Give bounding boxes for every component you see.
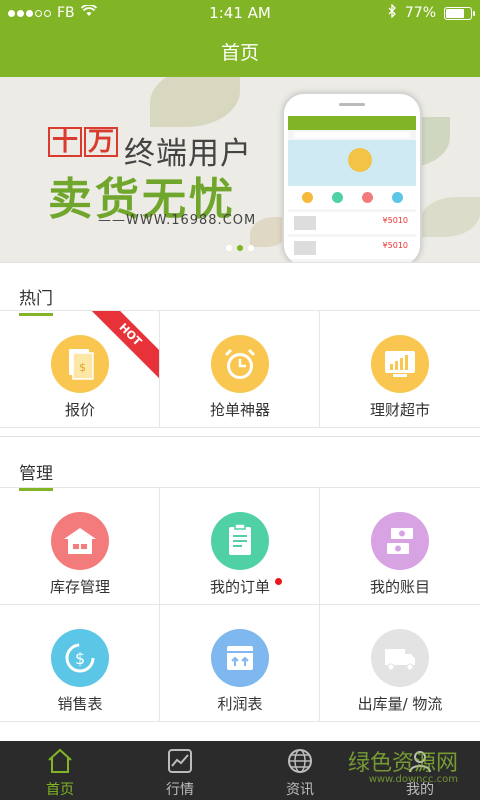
mockup-price: ¥5010 — [382, 216, 408, 225]
grid-label: 利润表 — [217, 695, 263, 713]
dollar-cycle-icon: $ — [51, 629, 109, 687]
delivery-truck-icon — [371, 629, 429, 687]
grid-label: 我的订单 — [209, 578, 270, 596]
grid-item-sales-report[interactable]: $ 销售表 — [0, 605, 160, 721]
tab-label: 行情 — [166, 782, 194, 798]
battery-percent: 77% — [404, 5, 436, 21]
status-bar: FB 1:41 AM 77% — [0, 0, 480, 26]
banner-badge: 十 万 — [48, 127, 118, 157]
divider — [0, 436, 480, 437]
battery-icon — [444, 6, 475, 20]
phone-mockup-image: ¥5010 ¥5010 — [282, 92, 422, 262]
grid-label: 出库量/ 物流 — [357, 695, 443, 713]
tab-home[interactable]: 首页 — [0, 741, 120, 800]
tab-label: 资讯 — [286, 782, 314, 798]
banner-pager[interactable] — [226, 245, 254, 251]
tab-label: 首页 — [46, 782, 74, 798]
banner-badge-char: 十 — [48, 127, 82, 157]
hot-grid: $ 报价 HOT 抢单神器 理财超市 — [0, 310, 480, 428]
quote-document-icon: $ — [51, 335, 109, 393]
pager-dot[interactable] — [248, 245, 254, 251]
grid-item-my-orders[interactable]: 我的订单 — [160, 488, 320, 604]
watermark-url: www.downcc.com — [368, 774, 458, 785]
globe-icon — [286, 747, 314, 775]
order-clipboard-icon — [211, 512, 269, 570]
grid-item-my-account[interactable]: 我的账目 — [320, 488, 480, 604]
svg-text:$: $ — [75, 649, 85, 668]
grid-label: 报价 — [64, 401, 95, 419]
grid-label: 我的账目 — [369, 578, 430, 596]
grid-item-grab-order[interactable]: 抢单神器 — [160, 311, 320, 427]
home-icon — [46, 747, 74, 775]
bluetooth-icon — [388, 3, 397, 22]
market-chart-icon — [166, 747, 194, 775]
grid-label: 库存管理 — [49, 578, 110, 596]
alarm-clock-icon — [211, 335, 269, 393]
watermark-text: 绿色资源网 — [347, 751, 458, 776]
banner-badge-char: 万 — [84, 127, 118, 157]
grid-label: 销售表 — [57, 695, 103, 713]
grid-label: 理财超市 — [369, 401, 430, 419]
grid-item-finance[interactable]: 理财超市 — [320, 311, 480, 427]
grid-item-inventory[interactable]: 库存管理 — [0, 488, 160, 604]
money-account-icon — [371, 512, 429, 570]
divider — [0, 262, 480, 263]
leaf-decoration — [150, 77, 240, 127]
page-title: 首页 — [220, 42, 259, 64]
profit-box-icon — [211, 629, 269, 687]
manage-grid: 库存管理 我的订单 我的账目 $ 销售表 利润表 出库量/ 物流 — [0, 487, 480, 722]
pager-dot-active[interactable] — [237, 245, 243, 251]
svg-text:$: $ — [79, 361, 86, 374]
banner-url: ——WWW.16988.COM — [98, 213, 257, 228]
grid-item-outbound-logistics[interactable]: 出库量/ 物流 — [320, 605, 480, 721]
warehouse-icon — [51, 512, 109, 570]
header-bar: FB 1:41 AM 77% 首页 — [0, 0, 480, 77]
leaf-decoration — [420, 197, 480, 237]
pager-dot[interactable] — [226, 245, 232, 251]
grid-label: 抢单神器 — [209, 401, 270, 419]
grid-item-quote[interactable]: $ 报价 HOT — [0, 311, 160, 427]
tab-news[interactable]: 资讯 — [240, 741, 360, 800]
grid-item-profit-report[interactable]: 利润表 — [160, 605, 320, 721]
chart-board-icon — [371, 335, 429, 393]
mockup-price: ¥5010 — [382, 241, 408, 250]
tab-market[interactable]: 行情 — [120, 741, 240, 800]
promo-banner[interactable]: 十 万 终端用户 卖货无忧 ——WWW.16988.COM ¥5010 ¥501… — [0, 77, 480, 262]
notification-dot — [275, 578, 282, 585]
